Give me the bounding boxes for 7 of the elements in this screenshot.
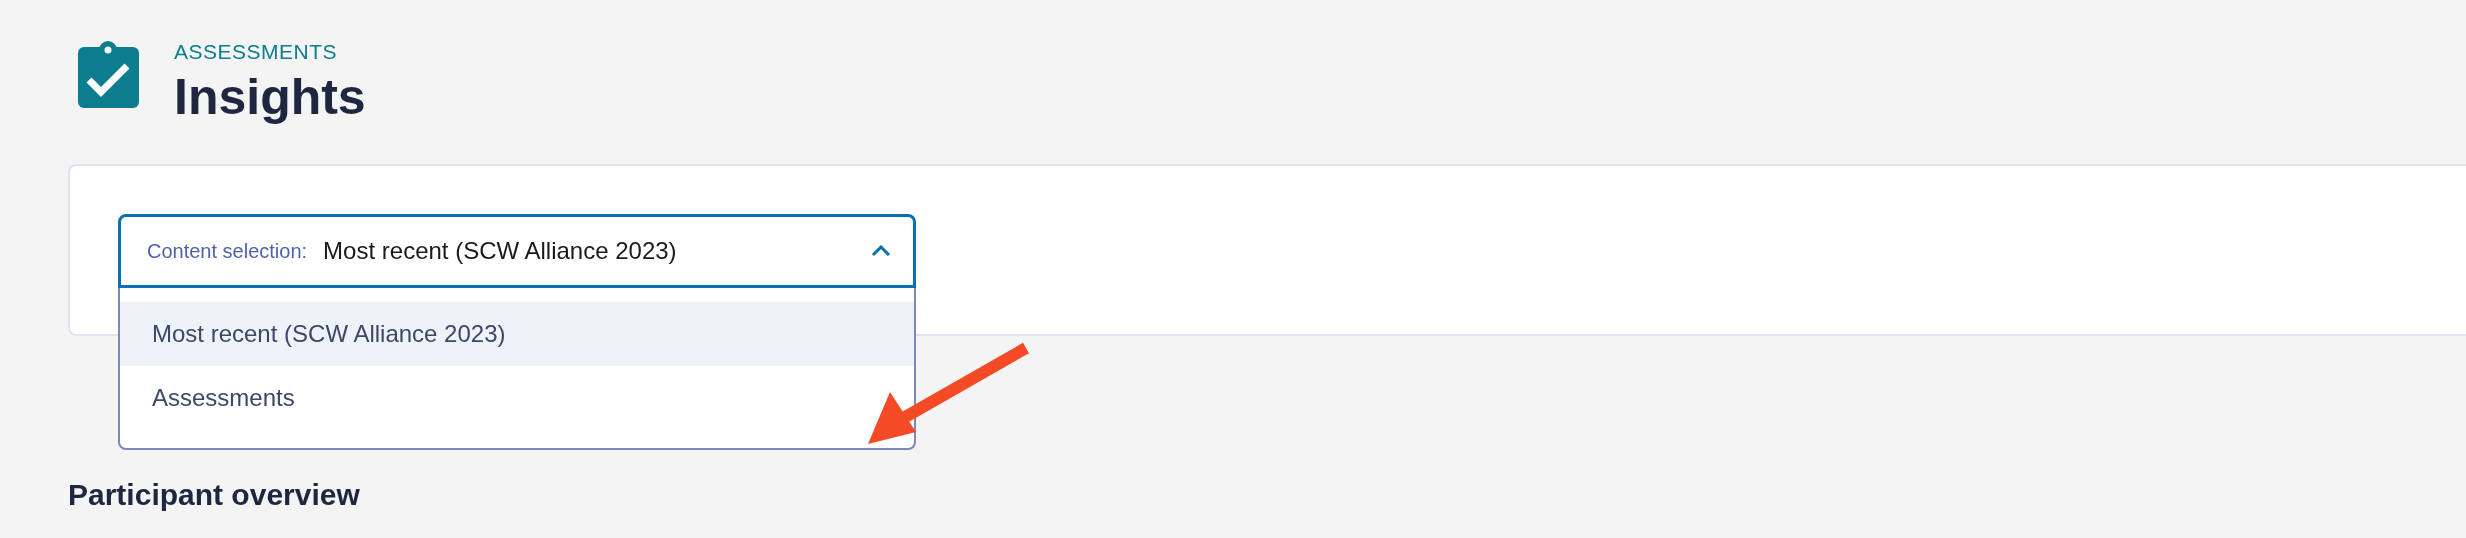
content-select[interactable]: Content selection: Most recent (SCW Alliance 2023) — [118, 214, 916, 288]
section-heading: Participant overview — [68, 478, 360, 512]
dropdown-option[interactable]: Most recent (SCW Alliance 2023) — [120, 302, 914, 366]
chevron-up-icon — [871, 245, 891, 257]
breadcrumb-label: ASSESSMENTS — [174, 40, 339, 64]
clipboard-check-icon — [78, 40, 140, 108]
page-title: Insights — [174, 68, 366, 126]
